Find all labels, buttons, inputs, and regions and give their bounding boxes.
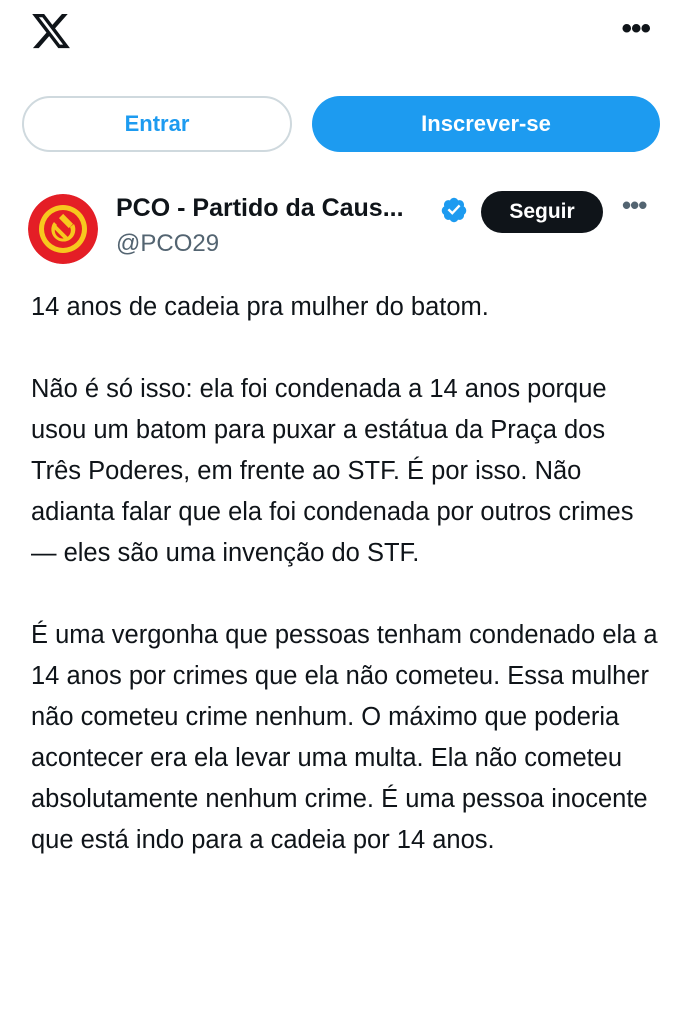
login-button[interactable]: Entrar <box>22 96 292 152</box>
hammer-sickle-icon <box>28 194 98 264</box>
tweet-paragraph: É uma vergonha que pessoas tenham conden… <box>31 621 658 854</box>
verified-badge-icon <box>441 197 467 223</box>
tweet-paragraph: 14 anos de cadeia pra mulher do batom. <box>31 293 489 321</box>
author-handle[interactable]: @PCO29 <box>116 230 219 258</box>
more-options-icon[interactable]: ••• <box>621 14 650 44</box>
x-logo-icon[interactable] <box>28 10 74 52</box>
tweet-header: PCO - Partido da Caus... @PCO29 Seguir •… <box>0 180 680 270</box>
top-bar: ••• <box>0 0 680 80</box>
tweet-text: 14 anos de cadeia pra mulher do batom. N… <box>31 287 661 902</box>
avatar[interactable] <box>28 194 98 264</box>
follow-button[interactable]: Seguir <box>481 191 603 233</box>
author-name[interactable]: PCO - Partido da Caus... <box>116 194 404 223</box>
tweet-more-icon[interactable]: ••• <box>622 192 647 218</box>
signup-button[interactable]: Inscrever-se <box>312 96 660 152</box>
tweet-paragraph: Não é só isso: ela foi condenada a 14 an… <box>31 375 634 567</box>
